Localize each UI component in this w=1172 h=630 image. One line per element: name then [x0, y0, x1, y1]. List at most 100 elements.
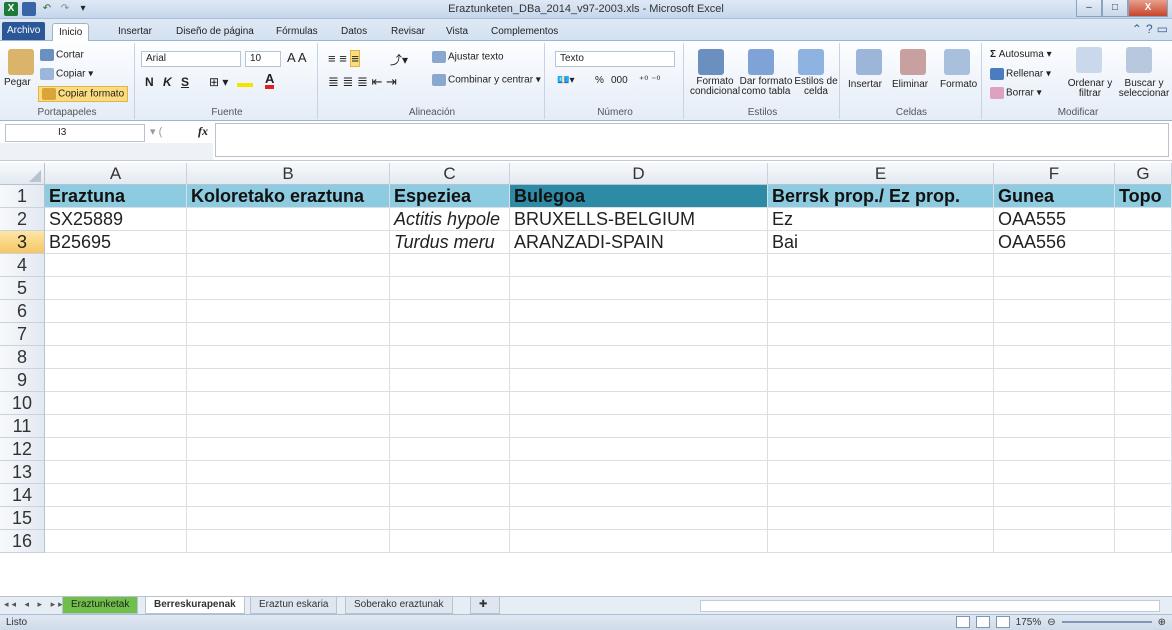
table-cell[interactable]: [390, 484, 510, 507]
row-header[interactable]: 6: [0, 300, 45, 323]
currency-icon[interactable]: 💶▾: [557, 75, 574, 86]
table-cell[interactable]: [768, 530, 994, 553]
table-cell[interactable]: [510, 254, 768, 277]
percent-button[interactable]: %: [595, 75, 604, 86]
zoom-out-icon[interactable]: ⊖: [1047, 617, 1055, 628]
minimize-ribbon-icon[interactable]: ⌃: [1132, 22, 1142, 36]
zoom-in-icon[interactable]: ⊕: [1158, 617, 1166, 628]
grow-font-icon[interactable]: A A: [287, 50, 307, 65]
tab-page-layout[interactable]: Diseño de página: [170, 23, 260, 41]
table-cell[interactable]: ARANZADI-SPAIN: [510, 231, 768, 254]
column-header-g[interactable]: G: [1115, 163, 1172, 185]
table-cell[interactable]: [510, 346, 768, 369]
table-cell[interactable]: [1115, 438, 1172, 461]
tab-addins[interactable]: Complementos: [485, 23, 564, 41]
table-cell[interactable]: [1115, 346, 1172, 369]
page-layout-view-icon[interactable]: [975, 616, 990, 628]
sheet-nav-icon[interactable]: ◂◂ ◂ ▸ ▸▸: [4, 599, 66, 610]
tab-insert[interactable]: Insertar: [112, 23, 158, 41]
table-cell[interactable]: [768, 254, 994, 277]
table-cell[interactable]: [187, 438, 390, 461]
table-cell[interactable]: Ez: [768, 208, 994, 231]
table-cell[interactable]: [510, 530, 768, 553]
table-cell[interactable]: [390, 438, 510, 461]
table-cell[interactable]: SX25889: [45, 208, 187, 231]
table-cell[interactable]: [390, 323, 510, 346]
table-cell[interactable]: [1115, 415, 1172, 438]
sheet-tab-eraztun-eskaria[interactable]: Eraztun eskaria: [250, 597, 338, 614]
table-cell[interactable]: OAA555: [994, 208, 1115, 231]
number-format-select[interactable]: Texto: [555, 51, 675, 67]
table-cell[interactable]: [45, 323, 187, 346]
paste-icon[interactable]: [8, 49, 34, 75]
table-cell[interactable]: Bai: [768, 231, 994, 254]
table-cell[interactable]: [1115, 323, 1172, 346]
table-cell[interactable]: [994, 254, 1115, 277]
table-cell[interactable]: [187, 346, 390, 369]
sheet-tab-soberako-eraztunak[interactable]: Soberako eraztunak: [345, 597, 453, 614]
maximize-button[interactable]: □: [1102, 0, 1128, 17]
table-cell[interactable]: [390, 415, 510, 438]
table-cell[interactable]: [768, 300, 994, 323]
table-cell[interactable]: Espeziea: [390, 185, 510, 208]
find-select-button[interactable]: Buscar y seleccionar: [1116, 79, 1172, 99]
table-cell[interactable]: [45, 300, 187, 323]
row-header[interactable]: 12: [0, 438, 45, 461]
table-cell[interactable]: BRUXELLS-BELGIUM: [510, 208, 768, 231]
table-cell[interactable]: [187, 415, 390, 438]
table-cell[interactable]: [1115, 277, 1172, 300]
format-painter-button[interactable]: Copiar formato: [38, 86, 129, 102]
table-cell[interactable]: [994, 530, 1115, 553]
conditional-format-button[interactable]: Formato condicional: [690, 77, 740, 97]
table-cell[interactable]: [45, 438, 187, 461]
table-cell[interactable]: [187, 231, 390, 254]
cut-button[interactable]: Cortar: [40, 49, 84, 61]
table-cell[interactable]: [510, 369, 768, 392]
help-icon[interactable]: ?: [1146, 22, 1153, 36]
table-cell[interactable]: [390, 369, 510, 392]
horizontal-scrollbar[interactable]: [700, 600, 1160, 612]
table-cell[interactable]: Koloretako eraztuna: [187, 185, 390, 208]
sheet-tab-berreskurapenak[interactable]: Berreskurapenak: [145, 597, 245, 614]
table-cell[interactable]: [187, 530, 390, 553]
table-cell[interactable]: [1115, 208, 1172, 231]
row-header[interactable]: 7: [0, 323, 45, 346]
row-header[interactable]: 15: [0, 507, 45, 530]
table-cell[interactable]: [187, 392, 390, 415]
table-cell[interactable]: [390, 392, 510, 415]
table-cell[interactable]: [187, 277, 390, 300]
close-button[interactable]: X: [1128, 0, 1168, 17]
table-cell[interactable]: [994, 438, 1115, 461]
sheet-tab-eraztunketak[interactable]: Eraztunketak: [62, 597, 139, 614]
table-cell[interactable]: [768, 277, 994, 300]
table-cell[interactable]: [768, 346, 994, 369]
table-cell[interactable]: [187, 461, 390, 484]
sort-filter-button[interactable]: Ordenar y filtrar: [1064, 79, 1116, 99]
insert-function-icon[interactable]: fx: [198, 124, 208, 139]
row-header[interactable]: 13: [0, 461, 45, 484]
table-cell[interactable]: [510, 484, 768, 507]
row-header[interactable]: 4: [0, 254, 45, 277]
tab-file[interactable]: Archivo: [2, 22, 46, 40]
table-cell[interactable]: [994, 415, 1115, 438]
row-header[interactable]: 3: [0, 231, 45, 254]
column-header-e[interactable]: E: [768, 163, 994, 185]
column-header-f[interactable]: F: [994, 163, 1115, 185]
table-cell[interactable]: [45, 484, 187, 507]
table-cell[interactable]: [45, 415, 187, 438]
table-cell[interactable]: [187, 300, 390, 323]
format-as-table-button[interactable]: Dar formato como tabla: [738, 77, 794, 97]
table-cell[interactable]: [510, 300, 768, 323]
table-cell[interactable]: [1115, 254, 1172, 277]
table-cell[interactable]: [510, 392, 768, 415]
table-cell[interactable]: [187, 323, 390, 346]
table-cell[interactable]: B25695: [45, 231, 187, 254]
table-cell[interactable]: [510, 277, 768, 300]
table-cell[interactable]: [768, 461, 994, 484]
table-cell[interactable]: [45, 392, 187, 415]
row-header[interactable]: 9: [0, 369, 45, 392]
table-cell[interactable]: [390, 277, 510, 300]
table-cell[interactable]: [768, 484, 994, 507]
align-left-icon[interactable]: ≣ ≣ ≣ ⇤ ⇥: [328, 74, 397, 90]
copy-button[interactable]: Copiar ▾: [40, 68, 93, 80]
